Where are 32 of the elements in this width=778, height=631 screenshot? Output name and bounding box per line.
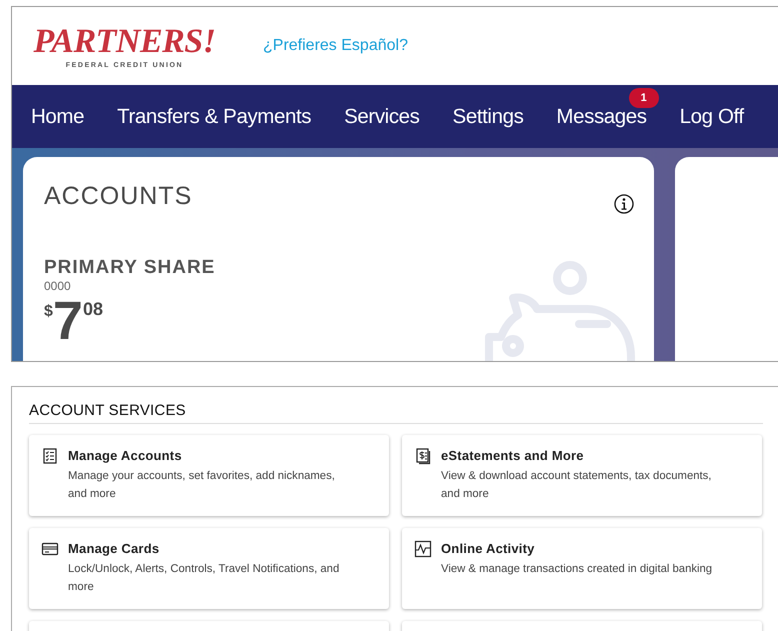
nav-item[interactable]: Messages	[556, 104, 647, 128]
section-title: ACCOUNT SERVICES	[29, 402, 186, 419]
nav-item[interactable]: Transfers & Payments	[117, 104, 312, 128]
service-title: eStatements and More	[441, 448, 584, 465]
info-icon[interactable]	[614, 194, 634, 214]
logo-wordmark[interactable]: PARTNERS!	[34, 24, 216, 60]
balance-dollars: 7	[52, 295, 83, 347]
dollar-document-icon	[414, 447, 432, 465]
account-name[interactable]: PRIMARY SHARE	[44, 257, 216, 279]
nav-item[interactable]: Home	[31, 104, 84, 128]
balance-cents: 08	[82, 299, 103, 320]
currency-symbol: $	[44, 303, 53, 321]
service-description: Lock/Unlock, Alerts, Controls, Travel Notifications, and more	[68, 562, 340, 594]
nav-item[interactable]: Services	[344, 104, 420, 128]
nav-item[interactable]: Log Off	[680, 104, 744, 128]
service-card[interactable]: Online Activity View & manage transactions created in digital banking	[402, 528, 762, 609]
service-description: View & manage transactions created in digital banking	[441, 562, 712, 577]
service-card[interactable]: eStatements and More View & download account statements, tax documents, and more	[402, 435, 762, 516]
line-chart-icon	[414, 540, 432, 558]
nav-item[interactable]: Settings	[452, 104, 524, 128]
checklist-icon	[41, 447, 59, 465]
service-title: Manage Accounts	[68, 448, 182, 465]
message-count-badge: 1	[628, 88, 659, 108]
account-number: 0000	[44, 279, 71, 293]
service-title: Online Activity	[441, 541, 535, 558]
credit-card-icon	[41, 540, 59, 558]
service-description: Manage your accounts, set favorites, add nicknames, and more	[68, 469, 336, 502]
card-title: ACCOUNTS	[44, 182, 192, 211]
service-title: Manage Cards	[68, 541, 160, 558]
service-card[interactable]: Manage Cards Lock/Unlock, Alerts, Controls, Travel Notifications, and more	[29, 528, 389, 609]
service-description: View & download account statements, tax documents, and more	[441, 469, 712, 502]
service-card[interactable]: Manage Accounts Manage your accounts, set favorites, add nicknames, and more	[29, 435, 389, 516]
